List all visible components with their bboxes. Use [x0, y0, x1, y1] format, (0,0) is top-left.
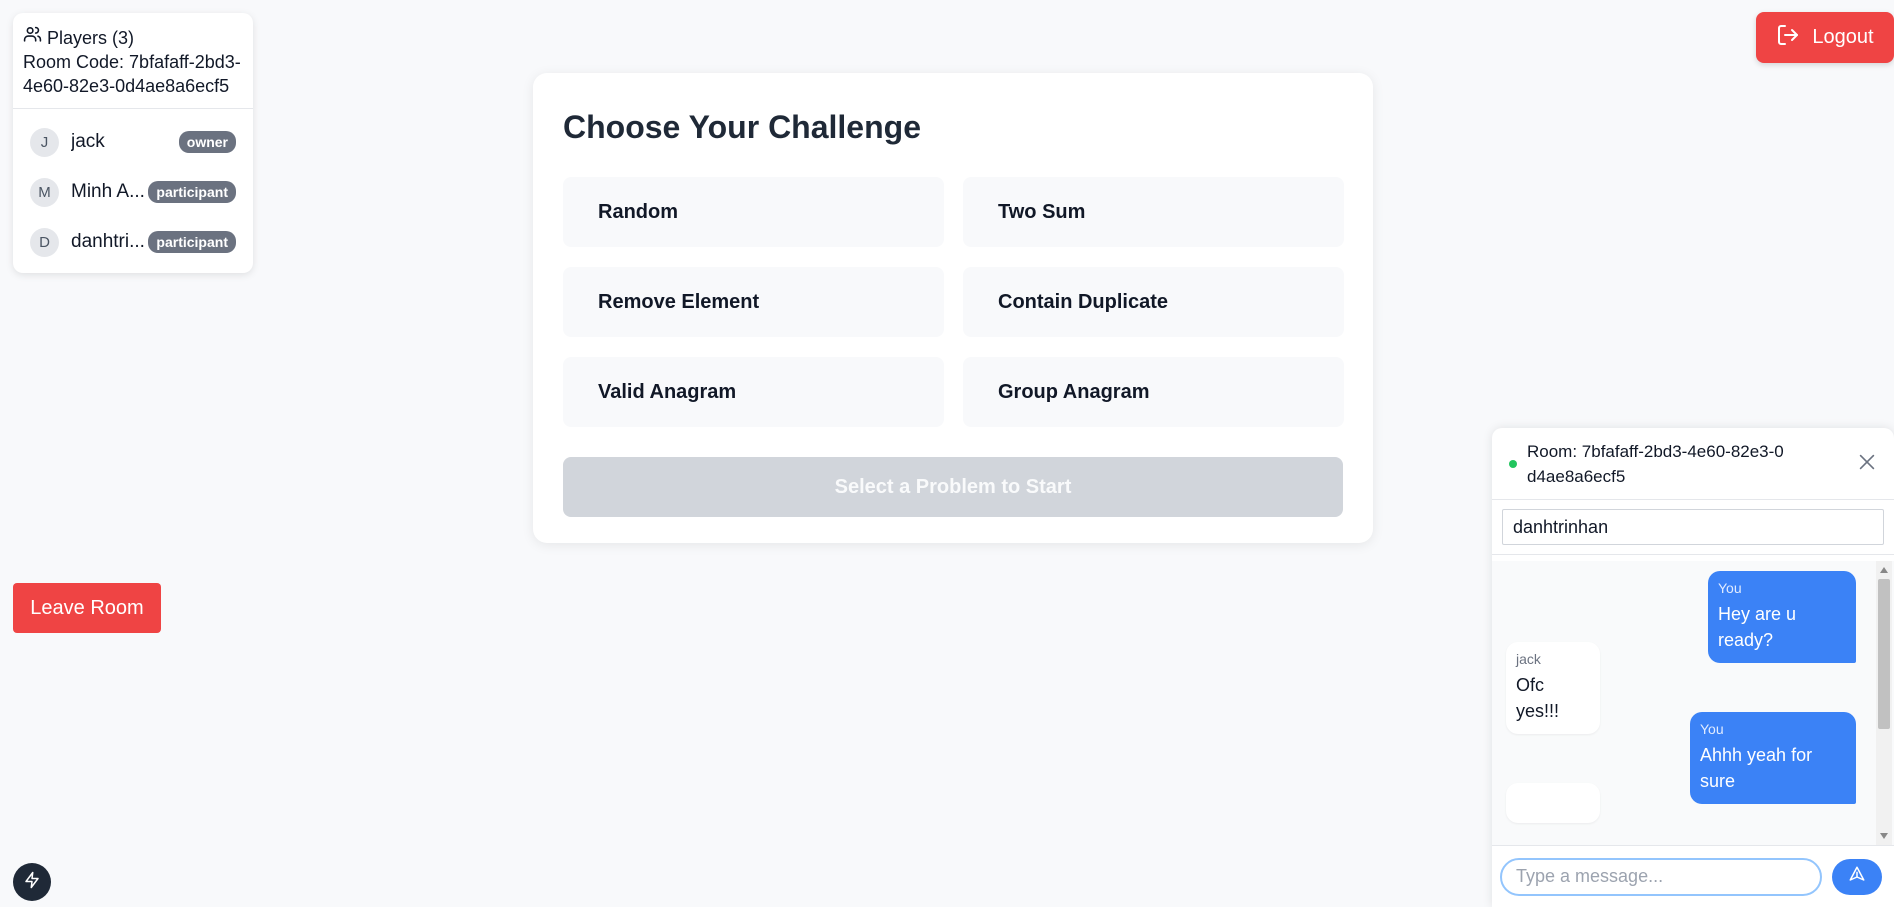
- dev-tools-button[interactable]: [13, 863, 51, 901]
- player-row: D danhtri... participant: [30, 217, 236, 267]
- message-text: Ofc yes!!!: [1516, 675, 1560, 721]
- online-status-dot: [1509, 459, 1517, 468]
- challenge-card: Choose Your Challenge Random Two Sum Rem…: [533, 73, 1373, 543]
- send-button[interactable]: [1832, 858, 1882, 895]
- scroll-down-icon[interactable]: [1880, 833, 1888, 839]
- start-button[interactable]: Select a Problem to Start: [563, 457, 1343, 517]
- problem-grid: Random Two Sum Remove Element Contain Du…: [563, 177, 1344, 427]
- chat-room-title: Room: 7bfafaff-2bd3-4e60-82e3-0d4ae8a6ec…: [1527, 441, 1784, 486]
- message-sender: jack: [1516, 651, 1541, 667]
- chat-user-row: danhtrinhan: [1492, 500, 1894, 555]
- players-list: J jack owner M Minh A... participant D d…: [13, 109, 253, 267]
- problem-option-contain-duplicate[interactable]: Contain Duplicate: [963, 267, 1344, 337]
- player-name: jack: [71, 131, 105, 152]
- players-header: Players (3) Room Code: 7bfafaff-2bd3-4e6…: [13, 13, 253, 109]
- chat-messages: You Hey are u ready? jack Ofc yes!!! You…: [1492, 561, 1894, 845]
- logout-button[interactable]: Logout: [1756, 12, 1894, 63]
- users-icon: [23, 25, 42, 50]
- problem-option-valid-anagram[interactable]: Valid Anagram: [563, 357, 944, 427]
- avatar: M: [30, 177, 59, 207]
- send-icon: [1848, 865, 1866, 888]
- chat-message-partial: [1506, 783, 1600, 823]
- chat-message: You Ahhh yeah for sure: [1690, 712, 1856, 804]
- close-icon[interactable]: [1856, 451, 1878, 473]
- chat-panel: Room: 7bfafaff-2bd3-4e60-82e3-0d4ae8a6ec…: [1492, 428, 1894, 907]
- player-row: M Minh A... participant: [30, 167, 236, 217]
- message-sender: You: [1718, 580, 1742, 596]
- player-name: danhtri...: [71, 231, 145, 252]
- chat-header: Room: 7bfafaff-2bd3-4e60-82e3-0d4ae8a6ec…: [1492, 428, 1894, 500]
- chat-scrollbar[interactable]: [1876, 561, 1892, 845]
- message-sender: You: [1700, 721, 1724, 737]
- problem-option-remove-element[interactable]: Remove Element: [563, 267, 944, 337]
- chat-message: jack Ofc yes!!!: [1506, 642, 1600, 734]
- scroll-up-icon[interactable]: [1880, 567, 1888, 573]
- leave-room-button[interactable]: Leave Room: [13, 583, 161, 633]
- problem-option-random[interactable]: Random: [563, 177, 944, 247]
- page-title: Choose Your Challenge: [563, 109, 921, 145]
- role-badge: participant: [148, 181, 236, 203]
- scrollbar-thumb[interactable]: [1878, 579, 1890, 729]
- logout-icon: [1776, 23, 1800, 53]
- role-badge: participant: [148, 231, 236, 253]
- avatar: D: [30, 227, 59, 257]
- logout-label: Logout: [1812, 26, 1874, 48]
- chat-message: You Hey are u ready?: [1708, 571, 1856, 663]
- player-name: Minh A...: [71, 181, 145, 202]
- bolt-icon: [23, 871, 41, 894]
- role-badge: owner: [178, 131, 236, 153]
- players-panel: Players (3) Room Code: 7bfafaff-2bd3-4e6…: [13, 13, 253, 273]
- problem-option-group-anagram[interactable]: Group Anagram: [963, 357, 1344, 427]
- chat-input-row: [1492, 845, 1894, 907]
- room-code: Room Code: 7bfafaff-2bd3-4e60-82e3-0d4ae…: [23, 52, 241, 96]
- username-field[interactable]: danhtrinhan: [1502, 509, 1884, 545]
- message-text: Ahhh yeah for sure: [1700, 745, 1813, 791]
- message-input[interactable]: [1500, 857, 1822, 896]
- avatar: J: [30, 127, 59, 157]
- message-text: Hey are u ready?: [1718, 604, 1797, 650]
- player-row: J jack owner: [30, 117, 236, 167]
- players-title: Players (3): [47, 27, 135, 48]
- players-title-row: Players (3): [23, 25, 243, 50]
- problem-option-two-sum[interactable]: Two Sum: [963, 177, 1344, 247]
